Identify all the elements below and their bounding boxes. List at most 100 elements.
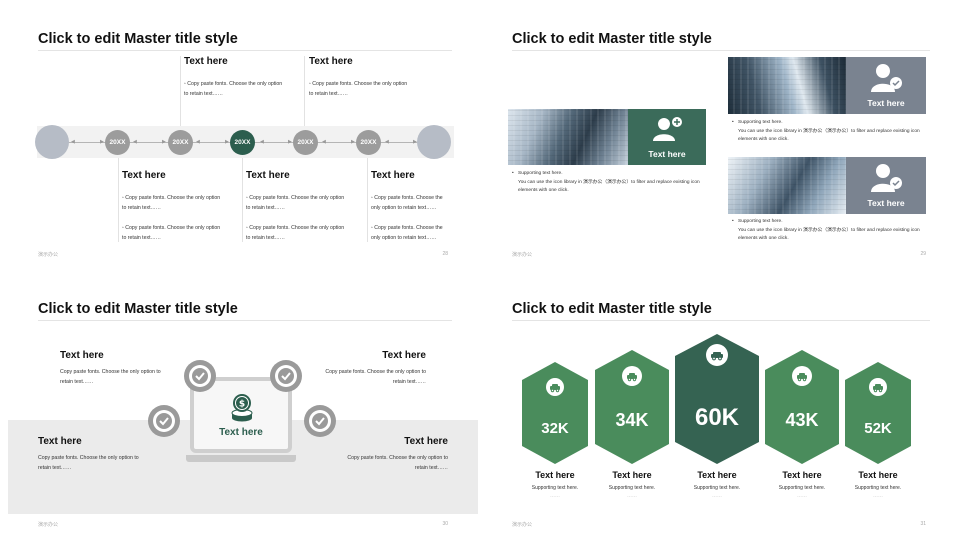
page-number: 29 <box>920 251 926 257</box>
check-circle-icon <box>148 405 180 437</box>
car-icon <box>706 344 728 366</box>
slide-30[interactable]: Click to edit Master title style $ Text … <box>4 274 478 540</box>
coins-icon: $ <box>231 394 253 422</box>
car-icon <box>792 366 812 386</box>
text-body: Copy paste fonts. Choose the only option… <box>38 455 139 471</box>
building-photo <box>728 57 846 114</box>
building-photo <box>508 109 628 165</box>
page-number: 30 <box>442 521 448 527</box>
hex-heading: Text here <box>612 470 652 480</box>
hexagon-card: 60K <box>675 334 759 464</box>
connector-line <box>180 56 181 126</box>
car-icon <box>546 378 564 396</box>
center-label: Text here <box>219 427 263 438</box>
icon-panel: Text here <box>628 109 706 165</box>
hex-value: 60K <box>694 404 740 431</box>
slide-28[interactable]: Click to edit Master title style Text he… <box>4 4 478 270</box>
hex-heading: Text here <box>858 470 898 480</box>
hex-dash: …… <box>712 493 722 499</box>
text-heading: Text here <box>382 350 426 361</box>
user-check-icon <box>871 164 902 192</box>
slide-title: Click to edit Master title style <box>38 301 238 317</box>
arrow-icon: ◀ <box>196 138 200 145</box>
hex-dash: …… <box>627 493 637 499</box>
arrow-icon: ◀ <box>385 138 389 145</box>
text-heading: Text here <box>371 170 415 181</box>
page-number: 28 <box>442 251 448 257</box>
arrow-icon: ▶ <box>288 138 292 145</box>
slide-29[interactable]: Click to edit Master title style Text he… <box>482 4 956 270</box>
hex-value: 32K <box>541 420 569 437</box>
hex-subtext: Supporting text here. <box>693 485 741 491</box>
footer-text: 演示办公 <box>512 522 533 528</box>
footer-text: 演示办公 <box>38 522 59 528</box>
check-circle-icon <box>304 405 336 437</box>
icon-panel: Text here <box>846 57 926 114</box>
slide-title: Click to edit Master title style <box>512 301 712 317</box>
hex-subtext: Supporting text here. <box>608 485 656 491</box>
arrow-icon: ▶ <box>162 138 166 145</box>
hex-dash: …… <box>550 493 560 499</box>
footer-text: 演示办公 <box>38 252 59 258</box>
timeline-end-circle <box>417 125 451 159</box>
laptop-base <box>186 455 296 462</box>
slide-31[interactable]: Click to edit Master title style 32K 34K… <box>482 274 956 540</box>
supporting-text: • Supporting text here. You can use the i… <box>732 219 920 241</box>
panel-label: Text here <box>867 198 905 208</box>
hex-heading: Text here <box>697 470 737 480</box>
panel-label: Text here <box>867 98 905 108</box>
page-number: 31 <box>920 521 926 527</box>
arrow-icon: ▶ <box>225 138 229 145</box>
arrow-icon: ▶ <box>351 138 355 145</box>
text-body: Copy paste fonts. Choose the only option… <box>347 455 448 471</box>
timeline-node[interactable]: 20XX <box>293 130 318 155</box>
icon-panel: Text here <box>846 157 926 214</box>
supporting-text: • Supporting text here. You can use the i… <box>732 120 920 142</box>
hex-dash: …… <box>873 493 883 499</box>
text-heading: Text here <box>122 170 166 181</box>
text-body: ◦ Copy paste fonts. Choose the only optio… <box>371 195 443 211</box>
text-body: ◦ Copy paste fonts. Choose the only opti… <box>122 195 221 211</box>
hexagon-card: 43K <box>765 350 839 464</box>
hex-heading: Text here <box>535 470 575 480</box>
hexagon-card: 34K <box>595 350 669 464</box>
hex-subtext: Supporting text here. <box>531 485 579 491</box>
arrow-icon: ◀ <box>322 138 326 145</box>
hex-heading: Text here <box>782 470 822 480</box>
text-heading: Text here <box>404 436 448 447</box>
arrow-icon: ◀ <box>71 138 75 145</box>
car-icon <box>869 378 887 396</box>
hex-value: 52K <box>864 420 892 437</box>
title-divider <box>38 320 452 321</box>
text-body: ◦ Copy paste fonts. Choose the only opti… <box>184 81 283 97</box>
text-heading: Text here <box>246 170 290 181</box>
slide-title: Click to edit Master title style <box>38 31 238 47</box>
timeline-node-highlight[interactable]: 20XX <box>230 130 255 155</box>
hex-value: 34K <box>615 410 649 430</box>
arrow-icon: ▶ <box>100 138 104 145</box>
text-body: ◦ Copy paste fonts. Choose the only opti… <box>246 195 345 211</box>
arrow-icon: ▶ <box>413 138 417 145</box>
car-icon <box>622 366 642 386</box>
timeline-node[interactable]: 20XX <box>356 130 381 155</box>
arrow-icon: ◀ <box>133 138 137 145</box>
timeline-start-circle <box>35 125 69 159</box>
title-divider <box>512 50 930 51</box>
title-divider <box>512 320 930 321</box>
user-add-icon <box>653 117 682 141</box>
text-heading: Text here <box>38 436 82 447</box>
hexagon-card: 52K <box>845 362 911 464</box>
timeline-node[interactable]: 20XX <box>168 130 193 155</box>
title-divider <box>38 50 452 51</box>
text-body: ◦ Copy paste fonts. Choose the only opti… <box>246 225 345 241</box>
connector-line <box>242 158 243 242</box>
text-body: ◦ Copy paste fonts. Choose the only opti… <box>122 225 221 241</box>
check-circle-icon <box>184 360 216 392</box>
user-check-icon <box>871 64 902 92</box>
timeline-node[interactable]: 20XX <box>105 130 130 155</box>
hexagon-card: 32K <box>522 362 588 464</box>
svg-text:$: $ <box>239 400 245 410</box>
arrow-icon: ◀ <box>260 138 264 145</box>
check-circle-icon <box>270 360 302 392</box>
supporting-text: • Supporting text here. You can use the i… <box>512 171 700 193</box>
